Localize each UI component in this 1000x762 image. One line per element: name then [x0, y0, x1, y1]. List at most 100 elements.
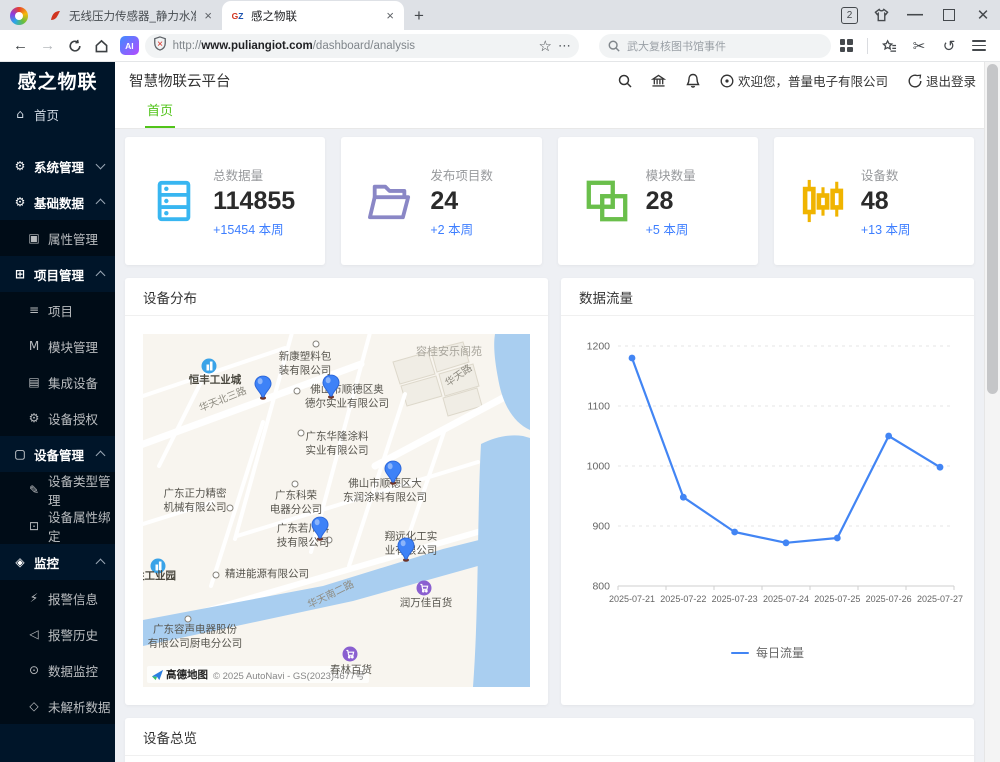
panel-title: 设备分布 [125, 278, 548, 316]
new-tab-button[interactable]: + [404, 6, 434, 30]
svg-text:2025-07-21: 2025-07-21 [608, 594, 654, 604]
panel-title: 设备总览 [125, 718, 974, 756]
tab-title: 感之物联 [251, 8, 378, 24]
sidebar-item-报警历史[interactable]: ◁报警历史 [0, 616, 115, 652]
ai-assistant-icon[interactable]: AI [120, 36, 138, 55]
brand-logo: 感之物联 [0, 62, 115, 98]
url-text[interactable]: http://www.puliangiot.com/dashboard/anal… [173, 40, 533, 52]
sidebar-item-项目管理[interactable]: ⊞项目管理 [0, 256, 115, 292]
device-map[interactable]: 高德地图 © 2025 AutoNavi - GS(2023)4677号 新康塑… [143, 334, 530, 687]
map-device-marker-icon[interactable] [321, 374, 342, 404]
favorites-icon[interactable] [876, 34, 902, 58]
svg-text:✕: ✕ [156, 39, 163, 48]
back-button[interactable]: ← [8, 34, 33, 58]
browser-menu-icon[interactable] [966, 34, 992, 58]
folder-icon [366, 179, 414, 223]
pen-icon: ✎ [27, 483, 41, 497]
chart-legend[interactable]: 每日流量 [731, 644, 804, 661]
sidebar-item-设备类型管理[interactable]: ✎设备类型管理 [0, 472, 115, 508]
sidebar-item-项目[interactable]: ≡项目 [0, 292, 115, 328]
search-suggestion-text: 武大复核图书馆事件 [627, 38, 726, 54]
daily-flow-line-chart[interactable]: 8009001000110012002025-07-212025-07-2220… [572, 330, 964, 630]
minimize-button[interactable]: — [898, 0, 932, 30]
map-device-marker-icon[interactable] [253, 375, 274, 405]
svg-text:2025-07-26: 2025-07-26 [865, 594, 911, 604]
browser-window: 无线压力传感器_静力水准仪_ × GZ 感之物联 × + 2 — ✕ ← → A… [0, 0, 1000, 762]
panel-title: 数据流量 [561, 278, 974, 316]
header-search-icon[interactable] [608, 74, 642, 88]
amap-logo: 高德地图 [151, 667, 208, 682]
chevron-down-icon [96, 160, 106, 170]
map-device-marker-icon[interactable] [396, 537, 417, 567]
sidebar-item-系统管理[interactable]: ⚙系统管理 [0, 148, 115, 184]
sidebar-item-数据监控[interactable]: ⊙数据监控 [0, 652, 115, 688]
tab-home[interactable]: 首页 [145, 100, 175, 128]
map-place-label: 广东正力精密 机械有限公司 [164, 487, 227, 514]
sidebar-item-基础数据[interactable]: ⚙基础数据 [0, 184, 115, 220]
gear-icon: ⚙ [27, 411, 41, 425]
sidebar-item-报警信息[interactable]: ⚡报警信息 [0, 580, 115, 616]
main-area: 智慧物联云平台 欢迎您，普量电子有限公司 [115, 62, 1000, 762]
reload-button[interactable] [62, 34, 87, 58]
tab-title: 无线压力传感器_静力水准仪_ [69, 8, 196, 24]
close-button[interactable]: ✕ [966, 0, 1000, 30]
gear-icon: ⚙ [13, 159, 27, 173]
logout-button[interactable]: 退出登录 [898, 71, 986, 90]
map-cart-icon [343, 647, 358, 662]
apps-grid-icon[interactable] [833, 34, 859, 58]
candlestick-icon [801, 179, 845, 223]
tab-close-icon[interactable]: × [384, 9, 396, 22]
sidebar-item-设备属性绑定[interactable]: ⊡设备属性绑定 [0, 508, 115, 544]
map-device-marker-icon[interactable] [383, 460, 404, 490]
chevron-up-icon [96, 199, 106, 209]
more-actions-icon[interactable]: ⋯ [558, 38, 571, 54]
map-poi-dot-icon [313, 341, 320, 348]
organization-bank-icon[interactable] [642, 74, 676, 88]
monitor-tag-icon: ◈ [13, 555, 27, 569]
scrollbar-thumb[interactable] [987, 64, 998, 394]
welcome-user[interactable]: 欢迎您，普量电子有限公司 [710, 71, 898, 90]
svg-text:2025-07-23: 2025-07-23 [711, 594, 757, 604]
browser-tab-active[interactable]: GZ 感之物联 × [222, 1, 404, 30]
theme-skin-icon[interactable] [864, 0, 898, 30]
screenshot-scissors-icon[interactable]: ✂ [906, 34, 932, 58]
site-security-shield-icon[interactable]: ✕ [153, 36, 167, 56]
tab-close-icon[interactable]: × [202, 9, 214, 22]
sidebar-item-属性管理[interactable]: ▣属性管理 [0, 220, 115, 256]
device-manage-icon: ▢ [13, 447, 27, 461]
browser-search-box[interactable]: 武大复核图书馆事件 [599, 34, 831, 58]
sidebar-item-集成设备[interactable]: ▤集成设备 [0, 364, 115, 400]
tab-count-badge[interactable]: 2 [841, 7, 858, 24]
sidebar-item-首页[interactable]: ⌂首页 [0, 98, 115, 130]
page-scrollbar[interactable] [984, 62, 1000, 762]
forward-button[interactable]: → [35, 34, 60, 58]
unparsed-data-icon: ◇ [27, 699, 41, 713]
sidebar-item-未解析数据[interactable]: ◇未解析数据 [0, 688, 115, 724]
history-undo-icon[interactable]: ↺ [936, 34, 962, 58]
browser-toolbar: ← → AI ✕ http://www.puliangiot.com/dashb… [0, 30, 1000, 62]
legend-line-marker [731, 652, 749, 654]
maximize-button[interactable] [932, 0, 966, 30]
notifications-bell-icon[interactable] [676, 73, 710, 88]
map-poi-dot-icon [294, 388, 301, 395]
sidebar-menu: ⌂首页 ⚙系统管理⚙基础数据▣属性管理⊞项目管理≡项目M模块管理▤集成设备⚙设备授… [0, 98, 115, 762]
breadcrumb-tabstrip: 首页 [115, 99, 1000, 129]
map-poi-dot-icon [298, 430, 305, 437]
home-button[interactable] [89, 34, 114, 58]
sidebar-item-监控[interactable]: ◈监控 [0, 544, 115, 580]
list-icon: ≡ [27, 303, 41, 317]
logout-icon [908, 74, 922, 88]
address-bar[interactable]: ✕ http://www.puliangiot.com/dashboard/an… [145, 34, 579, 58]
chevron-up-icon [96, 451, 106, 461]
sidebar-item-模块管理[interactable]: M模块管理 [0, 328, 115, 364]
browser-logo-icon[interactable] [10, 7, 28, 25]
map-poi-dot-icon [292, 481, 299, 488]
sidebar-item-设备授权[interactable]: ⚙设备授权 [0, 400, 115, 436]
browser-tab-inactive[interactable]: 无线压力传感器_静力水准仪_ × [40, 1, 222, 30]
sidebar-item-设备管理[interactable]: ▢设备管理 [0, 436, 115, 472]
bind-icon: ⊡ [27, 519, 41, 533]
map-device-marker-icon[interactable] [310, 516, 331, 546]
bookmark-star-icon[interactable]: ☆ [539, 37, 552, 55]
map-building-icon [202, 359, 217, 374]
module-m-icon: M [27, 339, 41, 353]
